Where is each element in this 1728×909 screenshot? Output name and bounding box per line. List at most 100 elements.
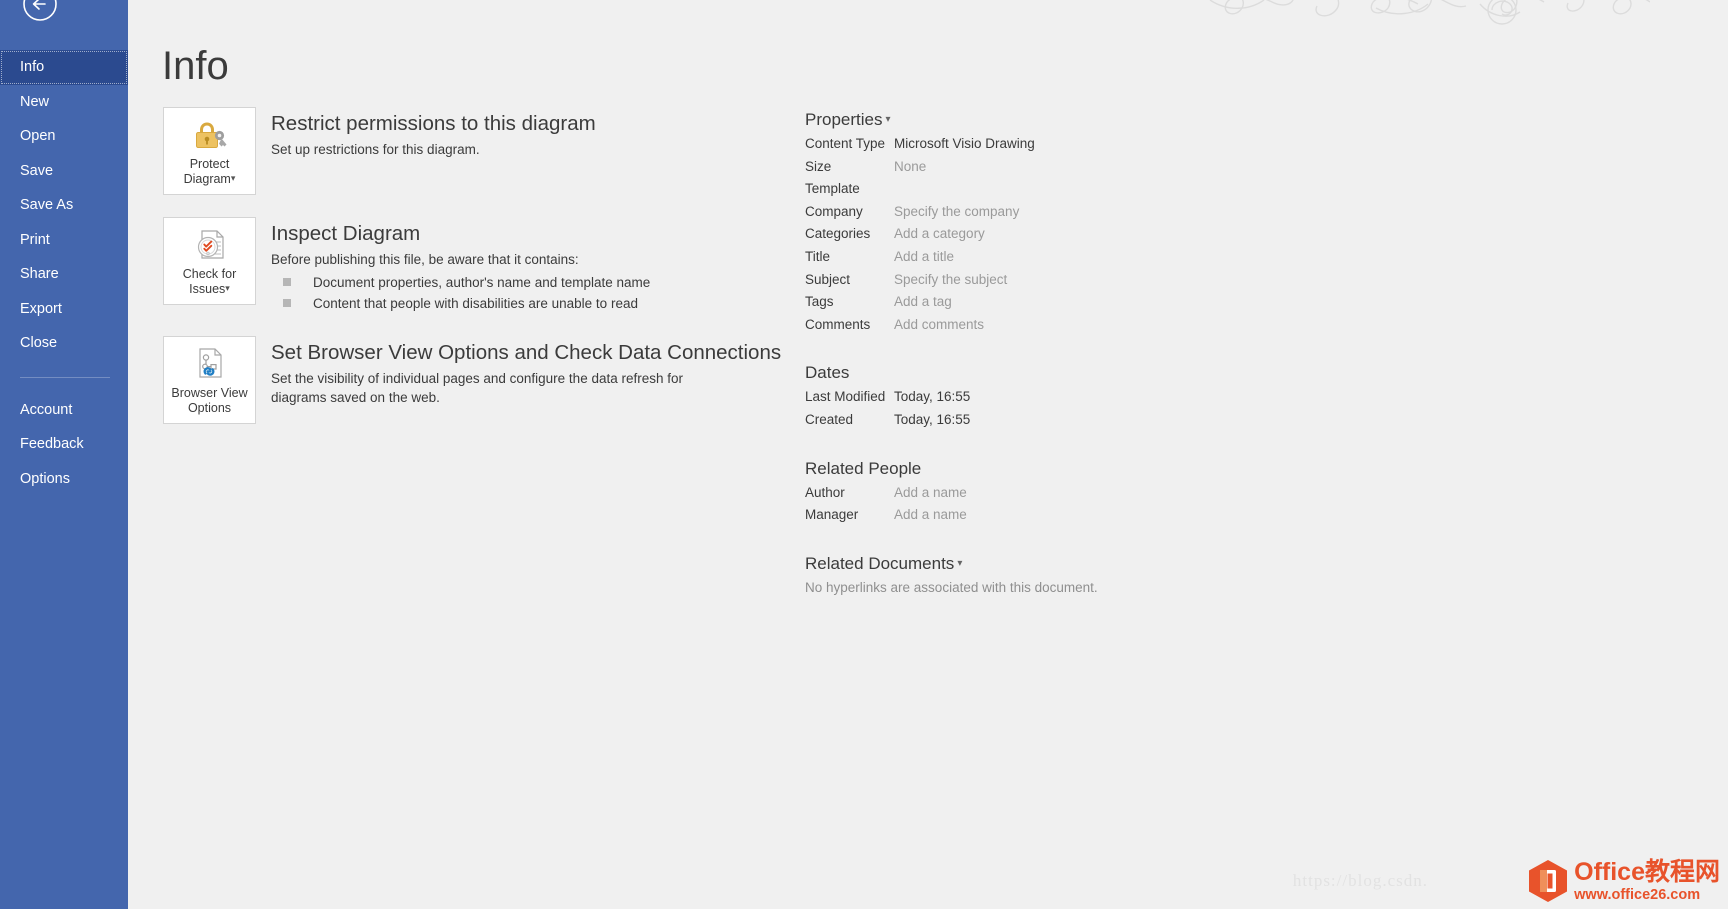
action-row-inspect-diagram: Check for Issues▾ Inspect Diagram Before… [163,217,783,314]
property-label: Categories [805,226,871,242]
categories-field[interactable]: Add a category [894,226,985,241]
property-value: Today, 16:55 [894,389,971,405]
sidebar-item-save-as[interactable]: Save As [0,188,128,223]
sidebar-item-label: Feedback [20,436,84,452]
backstage-sidebar: Info New Open Save Save As Print Share E… [0,0,128,909]
dates-row-last-modified: Last Modified Today, 16:55 [805,389,1235,412]
sidebar-item-open[interactable]: Open [0,119,128,154]
document-inspect-icon [192,226,228,264]
dates-heading: Dates [805,363,850,383]
related-documents-heading: Related Documents ▾ [805,553,963,573]
sidebar-item-label: Share [20,266,59,282]
list-item: Document properties, author's name and t… [271,272,650,293]
chevron-down-icon[interactable]: ▾ [885,114,890,125]
office-logo-url: www.office26.com [1574,886,1701,903]
protect-diagram-title: Restrict permissions to this diagram [271,112,596,135]
property-label: Last Modified [805,389,886,405]
action-blocks: Protect Diagram▾ Restrict permissions to… [163,107,783,446]
sidebar-item-share[interactable]: Share [0,257,128,292]
backstage-nav-list: Info New Open Save Save As Print Share E… [0,50,128,496]
company-field[interactable]: Specify the company [894,204,1019,219]
property-label: Comments [805,316,871,332]
check-for-issues-label: Check for Issues▾ [182,267,237,296]
inspect-diagram-title: Inspect Diagram [271,222,421,245]
office-logo-title: Office教程网 [1574,857,1720,886]
action-row-protect-diagram: Protect Diagram▾ Restrict permissions to… [163,107,783,195]
inspect-diagram-description-block: Inspect Diagram Before publishing this f… [271,217,650,314]
decorative-flourish-icon [1209,0,1650,25]
sidebar-item-print[interactable]: Print [0,223,128,258]
inspect-diagram-bullet-list: Document properties, author's name and t… [271,272,650,314]
protect-diagram-button[interactable]: Protect Diagram▾ [163,107,256,195]
sidebar-divider [20,376,110,378]
back-arrow-icon[interactable] [22,0,58,22]
protect-diagram-description-block: Restrict permissions to this diagram Set… [271,107,596,159]
property-row-company: Company Specify the company [805,204,1235,227]
property-row-tags: Tags Add a tag [805,294,1235,317]
bullet-square-icon [283,278,291,286]
sidebar-item-label: Account [20,401,73,418]
related-people-heading: Related People [805,458,922,478]
property-row-categories: Categories Add a category [805,226,1235,249]
property-label: Author [805,484,845,500]
sidebar-item-label: Save As [20,197,74,213]
browser-view-desc: Set the visibility of individual pages a… [271,371,683,405]
dates-row-created: Created Today, 16:55 [805,412,1235,435]
protect-diagram-label: Protect Diagram▾ [183,157,236,186]
browser-view-options-label: Browser View Options [171,386,248,415]
csdn-url-watermark: https://blog.csdn. [1292,871,1428,890]
author-field[interactable]: Add a name [894,485,967,500]
sidebar-item-account[interactable]: Account [0,393,128,428]
sidebar-item-label: Options [20,470,70,487]
office-logo-text: Office教程网 www.office26.com [1574,857,1720,903]
visio-backstage-info-screen: Info New Open Save Save As Print Share E… [0,0,1728,909]
property-value: Microsoft Visio Drawing [894,136,1035,151]
property-label: Template [805,181,860,197]
chevron-down-icon[interactable]: ▾ [231,173,236,183]
property-label: Title [805,248,831,264]
list-item-label: Document properties, author's name and t… [313,275,651,290]
sidebar-item-options[interactable]: Options [0,462,128,497]
sidebar-item-label: Save [20,162,54,179]
tags-field[interactable]: Add a tag [894,294,952,309]
list-item: Content that people with disabilities ar… [271,293,650,314]
check-for-issues-button[interactable]: Check for Issues▾ [163,217,256,305]
sidebar-item-new[interactable]: New [0,85,128,120]
sidebar-item-export[interactable]: Export [0,292,128,327]
manager-field[interactable]: Add a name [894,507,967,522]
browser-view-description-block: Set Browser View Options and Check Data … [271,336,781,407]
related-people-row-author: Author Add a name [805,485,1235,508]
backstage-content: Info Protect Diagram▾ Restrict permissio… [128,0,1728,909]
inspect-diagram-desc: Before publishing this file, be aware th… [271,252,579,267]
property-value: None [894,158,927,174]
property-label: Content Type [805,136,886,151]
property-label: Manager [805,507,859,523]
title-field[interactable]: Add a title [894,249,954,264]
property-row-content-type: Content Type Microsoft Visio Drawing [805,136,1235,159]
properties-panel: Properties ▾ Content Type Microsoft Visio… [805,110,1235,595]
related-people-row-manager: Manager Add a name [805,507,1235,530]
sidebar-item-label: Print [20,231,50,248]
sidebar-item-label: Open [20,128,56,144]
list-item-label: Content that people with disabilities ar… [313,296,638,311]
browser-view-options-button[interactable]: Browser View Options [163,336,256,424]
sidebar-item-info[interactable]: Info [0,50,128,85]
office-hex-icon [1527,859,1569,903]
sidebar-item-close[interactable]: Close [0,326,128,361]
document-link-icon [192,345,228,383]
property-value: Today, 16:55 [894,411,971,427]
comments-field[interactable]: Add comments [894,317,984,332]
chevron-down-icon[interactable]: ▾ [957,558,962,569]
property-row-size: Size None [805,159,1235,182]
property-label: Company [805,203,863,219]
sidebar-item-feedback[interactable]: Feedback [0,427,128,462]
property-row-subject: Subject Specify the subject [805,272,1235,295]
subject-field[interactable]: Specify the subject [894,272,1007,287]
chevron-down-icon[interactable]: ▾ [225,283,230,293]
sidebar-item-label: Info [20,59,45,75]
property-label: Created [805,411,854,427]
sidebar-item-label: Export [20,300,62,317]
browser-view-title: Set Browser View Options and Check Data … [271,341,782,364]
property-row-template: Template [805,181,1235,204]
sidebar-item-save[interactable]: Save [0,154,128,189]
